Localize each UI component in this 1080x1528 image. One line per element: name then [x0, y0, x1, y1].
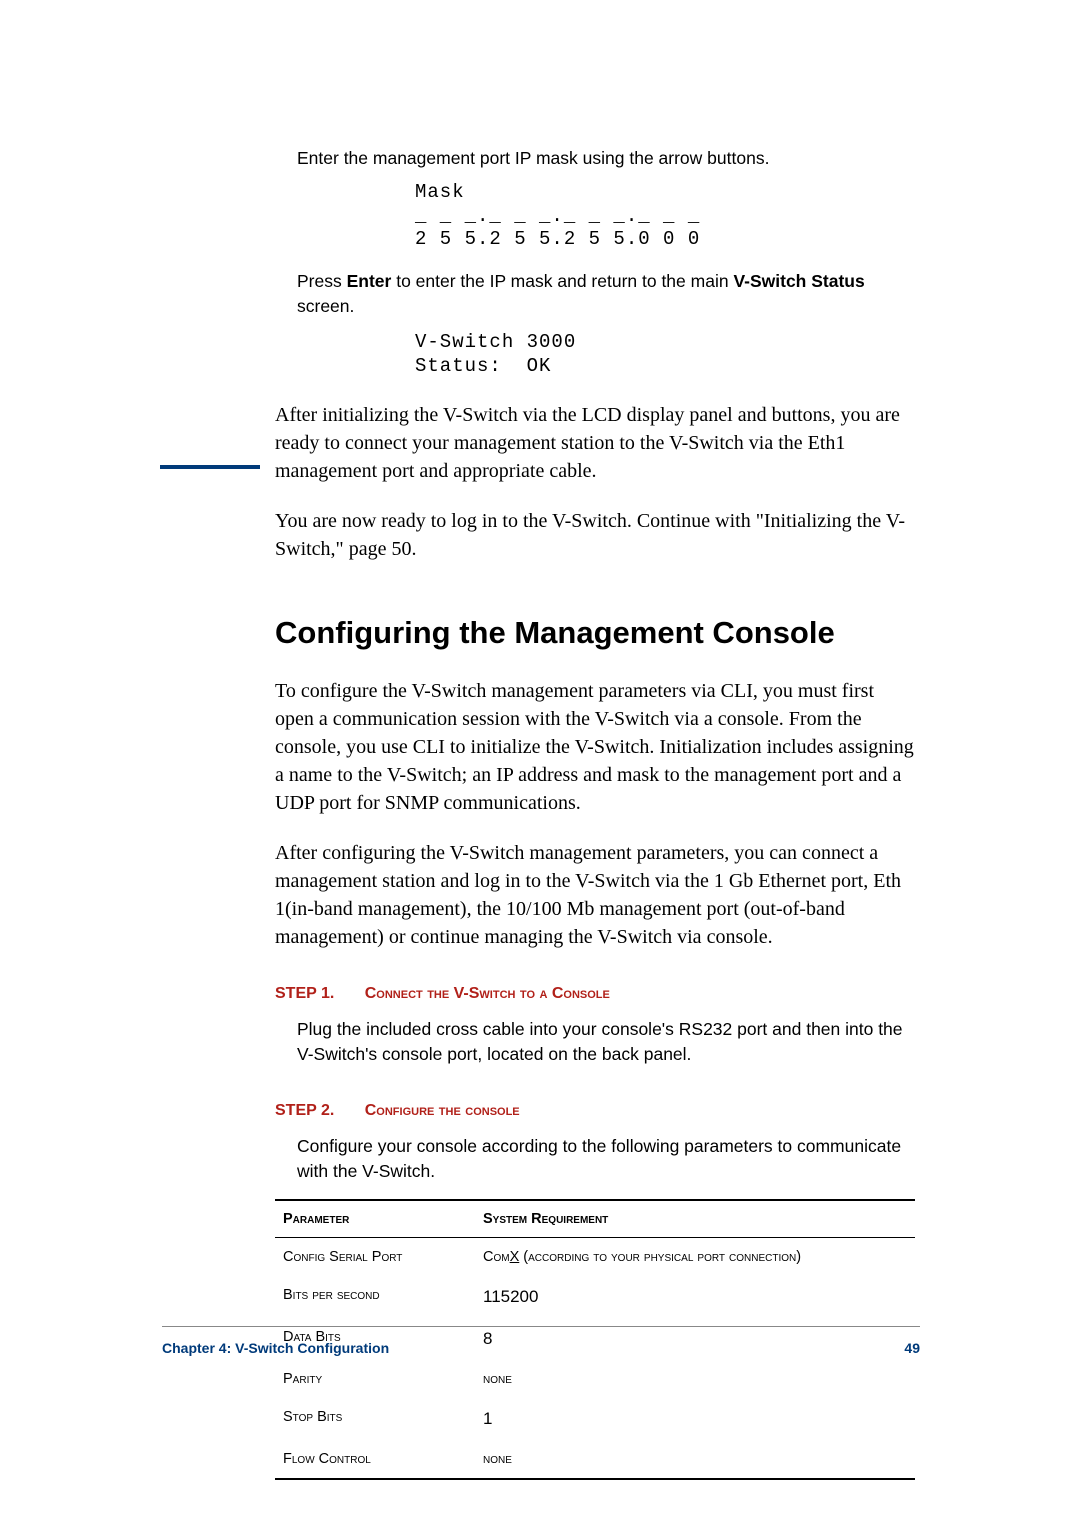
value-text: Com — [483, 1249, 510, 1265]
param-name: Stop Bits — [283, 1409, 483, 1429]
table-row: Config Serial Port ComX (according to yo… — [275, 1238, 915, 1276]
header-system-requirement: System Requirement — [483, 1211, 913, 1227]
param-name: Bits per second — [283, 1287, 483, 1307]
step-2-heading: STEP 2. Configure the console — [275, 1102, 915, 1120]
table-header-row: Parameter System Requirement — [275, 1201, 915, 1238]
table-row: Flow Control none — [275, 1440, 915, 1478]
header-parameter: Parameter — [283, 1211, 483, 1227]
enter-key: Enter — [347, 271, 392, 291]
param-name: Config Serial Port — [283, 1249, 483, 1265]
param-name: Parity — [283, 1371, 483, 1387]
vswitch-status-label: V-Switch Status — [733, 271, 864, 291]
text: to enter the IP mask and return to the m… — [391, 271, 733, 291]
value-text: (according to your physical port connect… — [519, 1249, 801, 1265]
param-value: ComX (according to your physical port co… — [483, 1249, 913, 1265]
section-accent-rule — [160, 465, 260, 469]
param-name: Flow Control — [283, 1451, 483, 1467]
lcd-status-block: V-Switch 3000 Status: OK — [415, 330, 915, 379]
text: Press — [297, 271, 347, 291]
step-label: STEP 2. — [275, 1102, 334, 1119]
param-value: none — [483, 1371, 913, 1387]
instruction-press-enter: Press Enter to enter the IP mask and ret… — [275, 269, 915, 320]
step-1-body: Plug the included cross cable into your … — [275, 1017, 915, 1068]
lcd-mask-block: Mask _ _ _._ _ _._ _ _._ _ _ 2 5 5.2 5 5… — [415, 181, 915, 251]
value-com-x: X — [510, 1249, 520, 1265]
table-row: Bits per second 115200 — [275, 1276, 915, 1318]
paragraph-ready-login: You are now ready to log in to the V-Swi… — [275, 507, 915, 563]
param-value: 1 — [483, 1409, 913, 1429]
page: Enter the management port IP mask using … — [0, 0, 1080, 1528]
step-2-body: Configure your console according to the … — [275, 1134, 915, 1185]
step-1-heading: STEP 1. Connect the V-Switch to a Consol… — [275, 985, 915, 1003]
section-paragraph-2: After configuring the V-Switch managemen… — [275, 839, 915, 951]
step-title: Connect the V-Switch to a Console — [365, 985, 610, 1002]
content-area: Enter the management port IP mask using … — [275, 128, 915, 1480]
step-title: Configure the console — [365, 1102, 520, 1119]
paragraph-after-init: After initializing the V-Switch via the … — [275, 401, 915, 485]
text: screen. — [297, 296, 354, 316]
instruction-enter-mask: Enter the management port IP mask using … — [275, 146, 915, 171]
table-row: Parity none — [275, 1360, 915, 1398]
section-heading: Configuring the Management Console — [275, 615, 915, 651]
footer-chapter: Chapter 4: V-Switch Configuration — [162, 1340, 389, 1356]
param-value: 8 — [483, 1329, 913, 1349]
step-label: STEP 1. — [275, 985, 334, 1002]
param-value: none — [483, 1451, 913, 1467]
section-paragraph-1: To configure the V-Switch management par… — [275, 677, 915, 817]
table-row: Stop Bits 1 — [275, 1398, 915, 1440]
footer-rule — [162, 1326, 920, 1327]
param-value: 115200 — [483, 1287, 913, 1307]
footer-page-number: 49 — [904, 1340, 920, 1356]
